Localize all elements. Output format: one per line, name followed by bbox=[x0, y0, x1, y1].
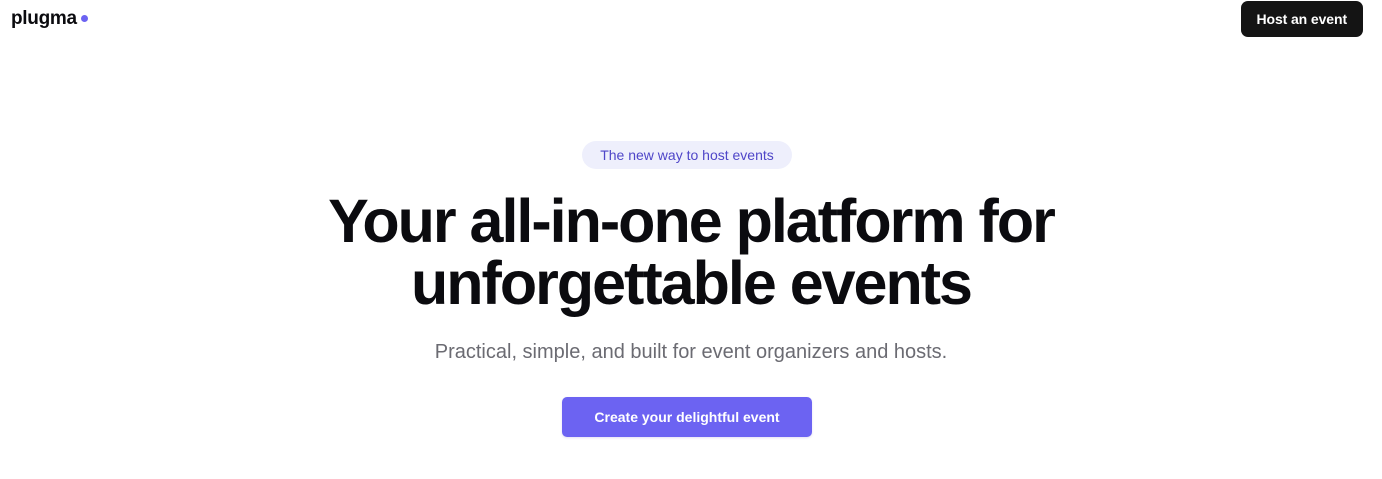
host-event-button[interactable]: Host an event bbox=[1240, 1, 1363, 37]
logo-text: plugma bbox=[11, 8, 77, 29]
hero-headline: Your all-in-one platform for unforgettab… bbox=[191, 190, 1191, 314]
logo-link[interactable]: plugma bbox=[11, 8, 88, 30]
headline-line-1: Your all-in-one platform for bbox=[328, 187, 1056, 255]
tagline-badge: The new way to host events bbox=[582, 141, 792, 169]
headline-line-2: unforgettable events bbox=[411, 249, 973, 317]
create-event-button[interactable]: Create your delightful event bbox=[562, 397, 812, 437]
logo-dot-icon bbox=[80, 14, 88, 22]
site-header: plugma Host an event bbox=[0, 0, 1382, 40]
hero-subheadline: Practical, simple, and built for event o… bbox=[434, 341, 948, 363]
landing-page: plugma Host an event The new way to host… bbox=[0, 0, 1382, 479]
